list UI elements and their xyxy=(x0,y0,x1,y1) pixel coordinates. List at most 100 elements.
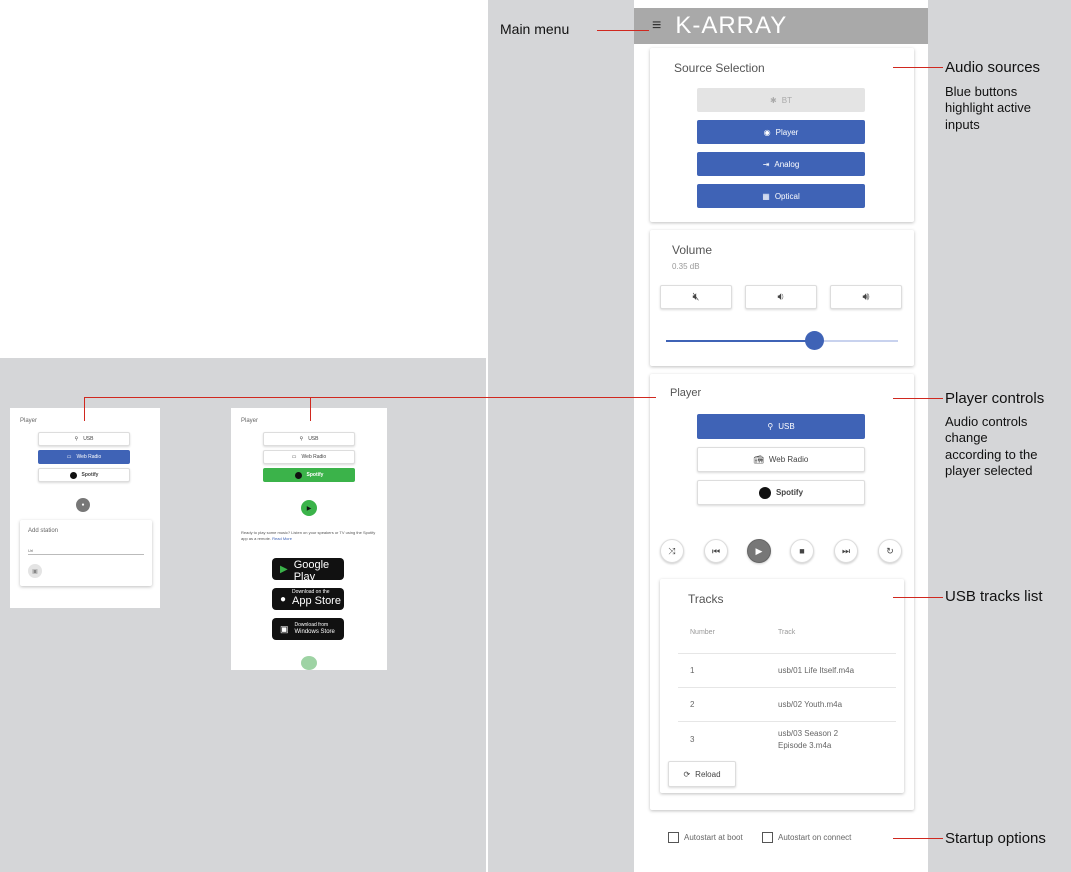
volume-slider-thumb[interactable] xyxy=(804,331,824,350)
mini-webradio-panel: Player ⚲ USB ▭ Web Radio Spotify ● Add sta… xyxy=(10,408,160,608)
volume-down-icon: 🔉︎ xyxy=(777,290,785,303)
radio-icon: 📻︎ xyxy=(753,455,764,464)
annotation-player-controls-desc: Audio controls change according to the p… xyxy=(945,414,1038,478)
repeat-icon: ↻ xyxy=(886,545,894,556)
mini-webradio-title: Player xyxy=(20,418,38,424)
next-button[interactable]: ⏭︎ xyxy=(834,539,858,563)
stop-button[interactable]: ■ xyxy=(790,539,814,563)
spotify-icon xyxy=(758,486,771,499)
volume-card: Volume 0.35 dB 🔇︎ 🔉︎ 🔊︎ xyxy=(650,230,914,366)
radio-icon: ▭ xyxy=(291,454,297,460)
tracks-title: Tracks xyxy=(688,592,724,606)
annotation-audio-sources-desc: Blue buttons highlight active inputs xyxy=(945,84,1031,132)
divider xyxy=(486,0,488,872)
source-optical-button[interactable]: ▦ Optical xyxy=(697,184,865,208)
read-more-link[interactable]: Read More xyxy=(272,536,292,541)
repeat-button[interactable]: ↻ xyxy=(878,539,902,563)
play-icon: ▶ xyxy=(306,505,312,512)
add-station-card: Add station Url ▣ xyxy=(20,520,152,586)
mini-spotify-fab[interactable] xyxy=(301,656,317,670)
annotation-player-controls: Player controls xyxy=(945,390,1045,407)
mini-spotify-button[interactable]: Spotify xyxy=(263,468,355,482)
pointer-player-controls xyxy=(893,398,943,399)
source-analog-button[interactable]: ⇥ Analog xyxy=(697,152,865,176)
source-bt-button[interactable]: ✱ BT xyxy=(697,88,865,112)
autostart-connect-label: Autostart on connect xyxy=(778,833,852,842)
play-icon: ● xyxy=(81,502,85,508)
windows-store-badge[interactable]: ▣ Download from Windows Store xyxy=(272,618,344,640)
source-selection-title: Source Selection xyxy=(674,61,765,75)
hamburger-menu-icon[interactable]: ≡ xyxy=(652,17,661,35)
player-spotify-button[interactable]: Spotify xyxy=(697,480,865,505)
table-row[interactable]: 3 usb/03 Season 2 Episode 3.m4a xyxy=(678,721,896,757)
table-row[interactable]: 1 usb/01 Life Itself.m4a xyxy=(678,653,896,687)
previous-button[interactable]: ⏮︎ xyxy=(704,539,728,563)
table-row[interactable]: 2 usb/02 Youth.m4a xyxy=(678,687,896,721)
google-play-badge[interactable]: ▶ GET IT ON Google Play xyxy=(272,554,344,583)
volume-down-button[interactable]: 🔉︎ xyxy=(745,285,817,309)
usb-icon: ⚲ xyxy=(74,436,79,442)
mini-spotify-title: Player xyxy=(241,418,259,424)
volume-slider-track[interactable] xyxy=(666,331,898,350)
mini-play-button[interactable]: ● xyxy=(76,498,90,512)
analog-input-icon: ⇥ xyxy=(762,159,770,169)
app-store-badge[interactable]: ● Download on the App Store xyxy=(272,588,344,610)
pointer-player-minis xyxy=(84,397,656,398)
mini-play-button[interactable]: ▶ xyxy=(301,500,317,516)
player-card: Player ⚲ USB 📻︎ Web Radio Spotify ⤨ ⏮︎ ▶ ■… xyxy=(650,374,914,810)
mini-webradio-button[interactable]: ▭ Web Radio xyxy=(38,450,130,464)
autostart-boot-label: Autostart at boot xyxy=(684,833,743,842)
tracks-card: Tracks Number Track 1 usb/01 Life Itself… xyxy=(660,579,904,793)
volume-title: Volume xyxy=(672,243,713,257)
shuffle-button[interactable]: ⤨ xyxy=(660,539,684,563)
player-webradio-button[interactable]: 📻︎ Web Radio xyxy=(697,447,865,472)
spotify-icon xyxy=(69,471,77,479)
reload-icon: ⟳ xyxy=(683,769,691,779)
source-player-button[interactable]: ◉ Player xyxy=(697,120,865,144)
pointer-usb-tracks xyxy=(893,597,943,598)
mini-usb-button[interactable]: ⚲ USB xyxy=(38,432,130,446)
windows-icon: ▣ xyxy=(280,623,289,634)
shuffle-icon: ⤨ xyxy=(668,545,676,556)
volume-up-button[interactable]: 🔊︎ xyxy=(830,285,902,309)
usb-icon: ⚲ xyxy=(299,436,304,442)
add-station-title: Add station xyxy=(28,528,59,534)
apple-icon: ● xyxy=(280,593,287,605)
previous-icon: ⏮︎ xyxy=(711,545,721,556)
mini-usb-button[interactable]: ⚲ USB xyxy=(263,432,355,446)
add-station-button[interactable]: ▣ xyxy=(28,564,42,578)
pointer-startup xyxy=(893,838,943,839)
play-button[interactable]: ▶ xyxy=(747,539,771,563)
tracks-col-track: Track xyxy=(778,629,796,636)
app-header: ≡ K-ARRAY xyxy=(634,8,928,44)
volume-slider-fill xyxy=(666,340,815,342)
player-title: Player xyxy=(670,387,702,399)
usb-icon: ⚲ xyxy=(767,422,774,431)
player-usb-button[interactable]: ⚲ USB xyxy=(697,414,865,439)
volume-value: 0.35 dB xyxy=(672,262,700,271)
station-url-input[interactable] xyxy=(28,554,144,555)
reload-button[interactable]: ⟳ Reload xyxy=(668,761,736,787)
annotation-main-menu: Main menu xyxy=(500,21,570,37)
mini-spotify-button[interactable]: Spotify xyxy=(38,468,130,482)
station-url-label: Url xyxy=(28,548,34,553)
autostart-connect-checkbox[interactable] xyxy=(762,832,773,843)
annotation-startup: Startup options xyxy=(945,830,1046,847)
mute-button[interactable]: 🔇︎ xyxy=(660,285,732,309)
annotation-usb-tracks: USB tracks list xyxy=(945,588,1043,605)
stop-icon: ■ xyxy=(799,546,805,556)
source-selection-card: Source Selection ✱ BT ◉ Player ⇥ Analog ▦ Op… xyxy=(650,48,914,222)
app-panel: ≡ K-ARRAY Source Selection ✱ BT ◉ Player ⇥… xyxy=(634,0,928,872)
mini-webradio-button[interactable]: ▭ Web Radio xyxy=(263,450,355,464)
pointer-mini-spotify xyxy=(310,397,311,421)
mini-spotify-panel: Player ⚲ USB ▭ Web Radio Spotify ▶ Ready t… xyxy=(231,408,387,670)
spotify-description: Ready to play some music? Listen on your… xyxy=(241,530,376,541)
bluetooth-icon: ✱ xyxy=(770,95,777,105)
mute-icon: 🔇︎ xyxy=(692,290,700,303)
volume-up-icon: 🔊︎ xyxy=(862,290,870,303)
optical-icon: ▦ xyxy=(762,191,770,201)
player-icon: ◉ xyxy=(763,127,771,137)
autostart-boot-checkbox[interactable] xyxy=(668,832,679,843)
annotation-audio-sources: Audio sources xyxy=(945,59,1041,76)
logo: K-ARRAY xyxy=(675,12,788,39)
